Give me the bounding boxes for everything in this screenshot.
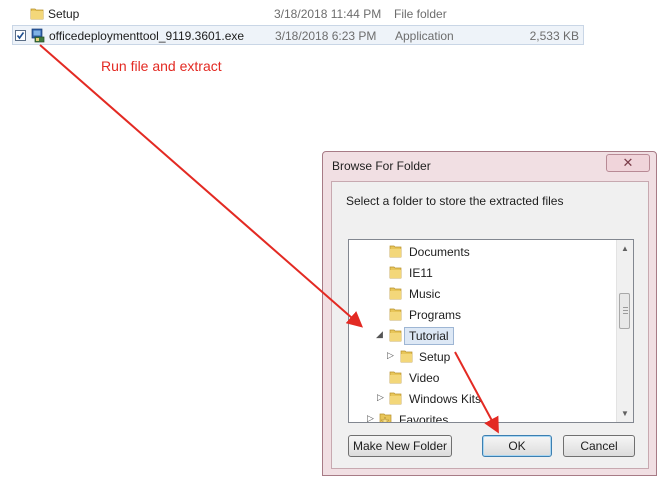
collapsed-arrow-icon[interactable]: ▷ [367,413,374,422]
file-name: Setup [48,7,80,21]
expanded-arrow-icon[interactable]: ◢ [376,329,383,340]
tree-item-label: Video [409,371,440,385]
tree-item-label: Programs [409,308,462,322]
collapsed-arrow-icon[interactable]: ▷ [377,392,384,403]
folder-icon [388,327,402,345]
folder-icon [388,243,402,261]
dialog-description: Select a folder to store the extracted f… [346,194,564,208]
checkbox[interactable] [15,30,26,41]
arrow-to-tutorial [39,44,364,328]
scroll-up-icon[interactable]: ▲ [617,240,633,257]
folder-icon [388,390,402,408]
tree-item-label: Favorites [399,413,449,423]
cancel-button[interactable]: Cancel [563,435,635,457]
folder-icon [388,369,402,387]
file-type: File folder [394,7,447,21]
tree-item-label: Documents [409,245,470,259]
file-row-setup[interactable]: Setup 3/18/2018 11:44 PM File folder [12,4,584,24]
file-date: 3/18/2018 11:44 PM [274,7,382,21]
tree-item-label: Music [409,287,441,301]
tree-item-label: Windows Kits [409,392,482,406]
tree-scrollbar[interactable]: ▲ ▼ [616,240,633,422]
tree-item-programs[interactable]: Programs [349,304,616,325]
file-name: officedeploymenttool_9119.3601.exe [49,29,245,43]
folder-tree[interactable]: Documents IE11 Music Programs ◢ Tutorial… [348,239,634,423]
tree-item-documents[interactable]: Documents [349,241,616,262]
browse-for-folder-dialog: Browse For Folder ✕ Select a folder to s… [322,151,657,476]
scroll-down-icon[interactable]: ▼ [617,405,633,422]
tree-item-windows-kits[interactable]: ▷ Windows Kits [349,388,616,409]
scroll-thumb[interactable] [619,293,630,329]
dialog-title: Browse For Folder [332,159,431,173]
folder-icon [388,306,402,324]
file-row-installer[interactable]: officedeploymenttool_9119.3601.exe 3/18/… [12,25,584,45]
installer-icon [31,28,45,46]
tree-item-video[interactable]: Video [349,367,616,388]
tree-item-label: Setup [419,350,451,364]
instruction-annotation: Run file and extract [101,58,222,74]
file-type: Application [395,29,454,43]
collapsed-arrow-icon[interactable]: ▷ [387,350,394,361]
tree-item-label: Tutorial [404,327,454,345]
dialog-client: Select a folder to store the extracted f… [331,181,649,469]
file-date: 3/18/2018 6:23 PM [275,29,377,43]
tree-item-music[interactable]: Music [349,283,616,304]
make-new-folder-button[interactable]: Make New Folder [348,435,452,457]
folder-icon [30,6,44,23]
tree-item-tutorial[interactable]: ◢ Tutorial [349,325,616,346]
favorites-folder-icon [378,411,392,422]
folder-icon [399,348,413,366]
ok-button[interactable]: OK [482,435,552,457]
tree-item-ie11[interactable]: IE11 [349,262,616,283]
tree-item-label: IE11 [409,266,433,280]
close-button[interactable]: ✕ [606,154,650,172]
folder-icon [388,264,402,282]
tree-item-setup[interactable]: ▷ Setup [349,346,616,367]
folder-icon [388,285,402,303]
tree-item-favorites[interactable]: ▷ Favorites [349,409,616,423]
file-size: 2,533 KB [529,29,579,43]
